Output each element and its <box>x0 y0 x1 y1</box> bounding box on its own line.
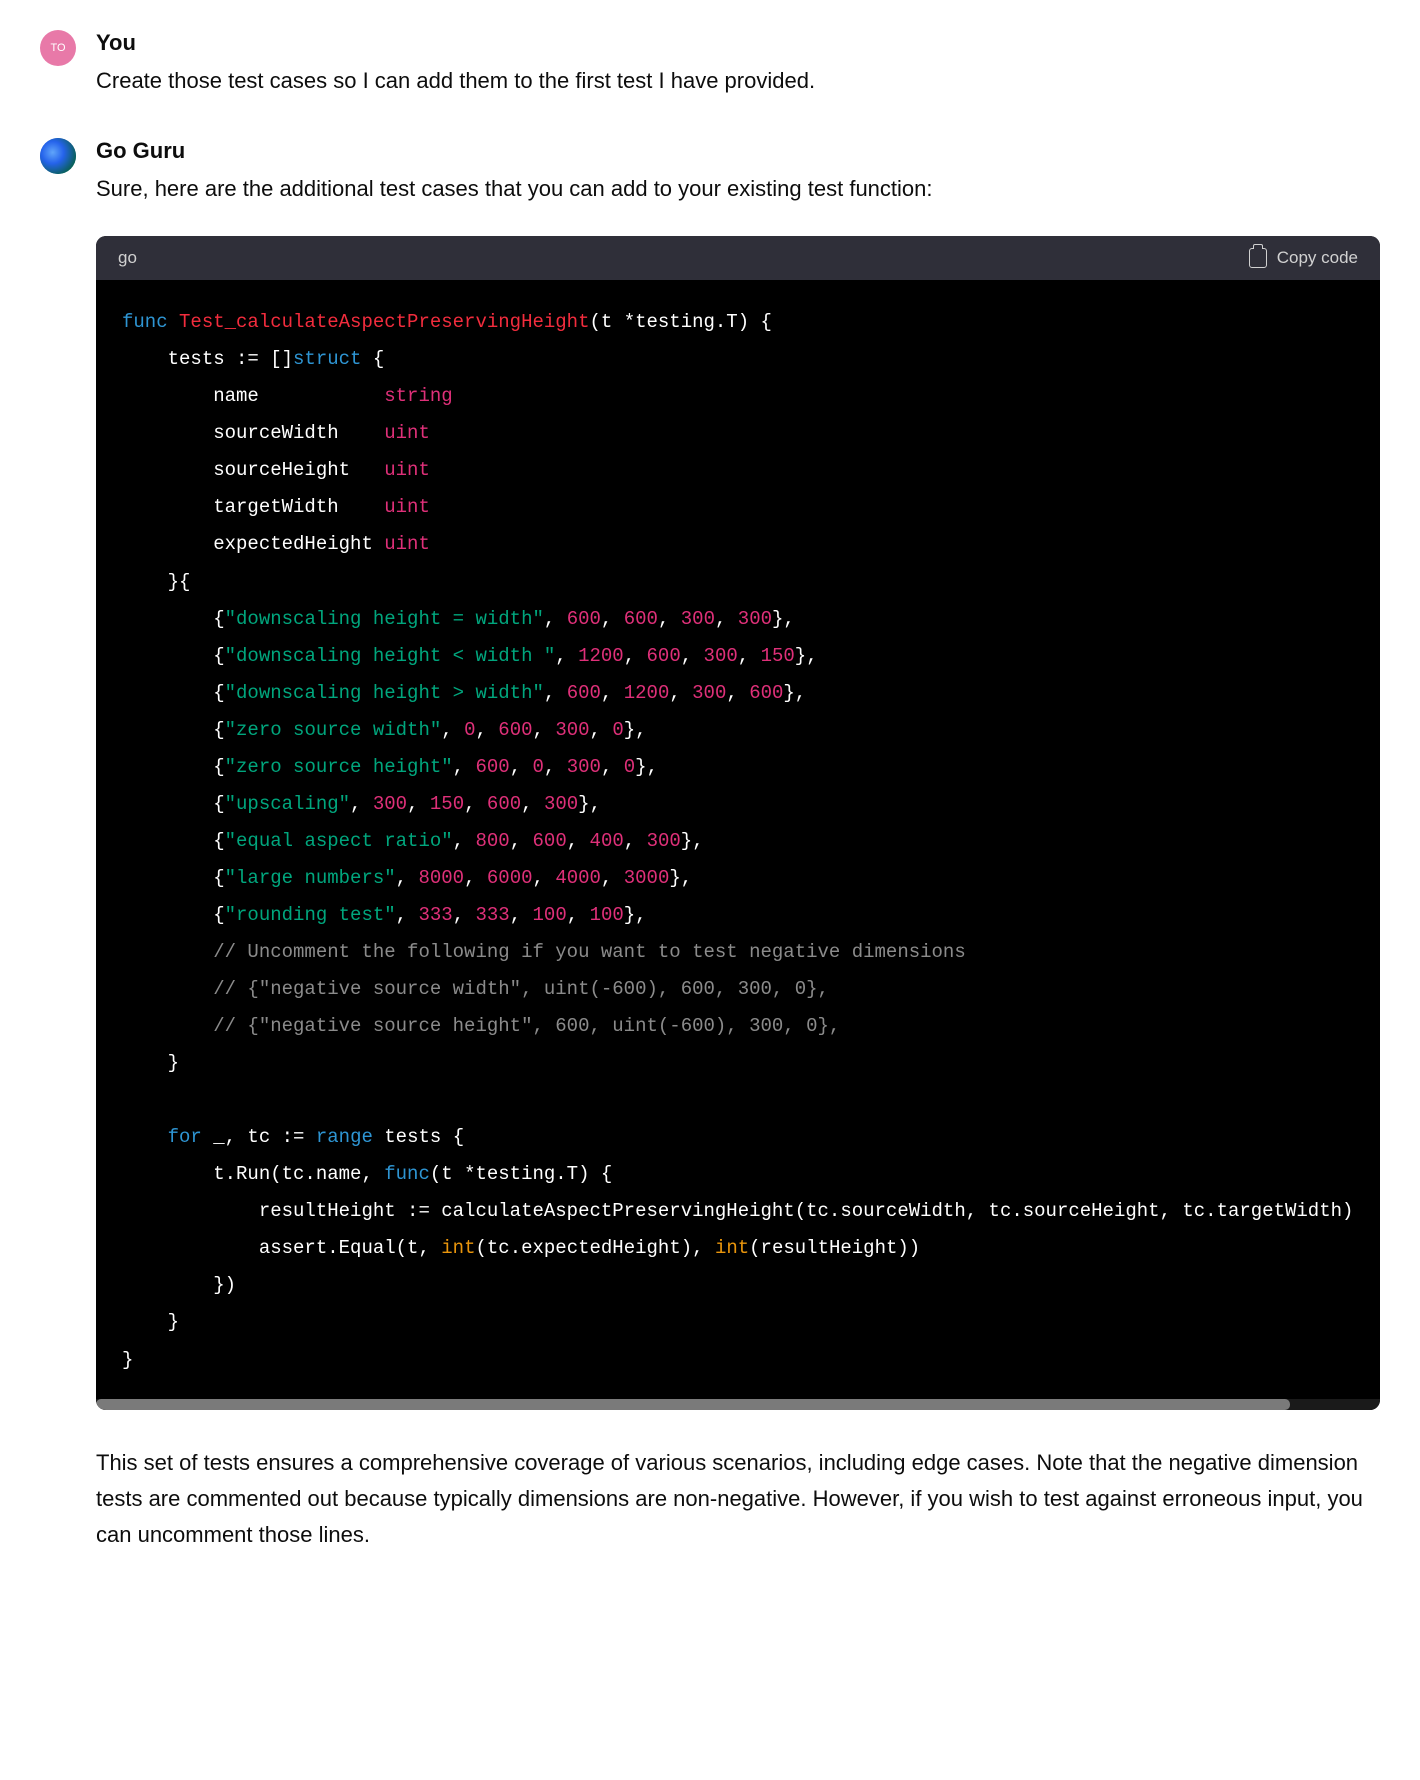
horizontal-scrollbar[interactable] <box>96 1399 1380 1410</box>
user-avatar: TO <box>40 30 76 66</box>
copy-code-button[interactable]: Copy code <box>1249 248 1358 268</box>
user-message-text: Create those test cases so I can add the… <box>96 64 1380 98</box>
assistant-message-content: Go Guru Sure, here are the additional te… <box>96 138 1380 1553</box>
code-block: go Copy code func Test_calculateAspectPr… <box>96 236 1380 1409</box>
user-message: TO You Create those test cases so I can … <box>40 30 1380 98</box>
user-message-content: You Create those test cases so I can add… <box>96 30 1380 98</box>
clipboard-icon <box>1249 248 1267 268</box>
code-language-label: go <box>118 248 137 268</box>
horizontal-scrollbar-thumb[interactable] <box>96 1399 1290 1410</box>
user-name: You <box>96 30 1380 56</box>
copy-code-label: Copy code <box>1277 248 1358 268</box>
assistant-followup-text: This set of tests ensures a comprehensiv… <box>96 1445 1380 1554</box>
assistant-name: Go Guru <box>96 138 1380 164</box>
code-header: go Copy code <box>96 236 1380 280</box>
assistant-avatar <box>40 138 76 174</box>
code-content: func Test_calculateAspectPreservingHeigh… <box>122 304 1354 1378</box>
code-body[interactable]: func Test_calculateAspectPreservingHeigh… <box>96 280 1380 1398</box>
user-avatar-initials: TO <box>50 42 65 54</box>
assistant-message: Go Guru Sure, here are the additional te… <box>40 138 1380 1553</box>
assistant-intro-text: Sure, here are the additional test cases… <box>96 172 1380 206</box>
